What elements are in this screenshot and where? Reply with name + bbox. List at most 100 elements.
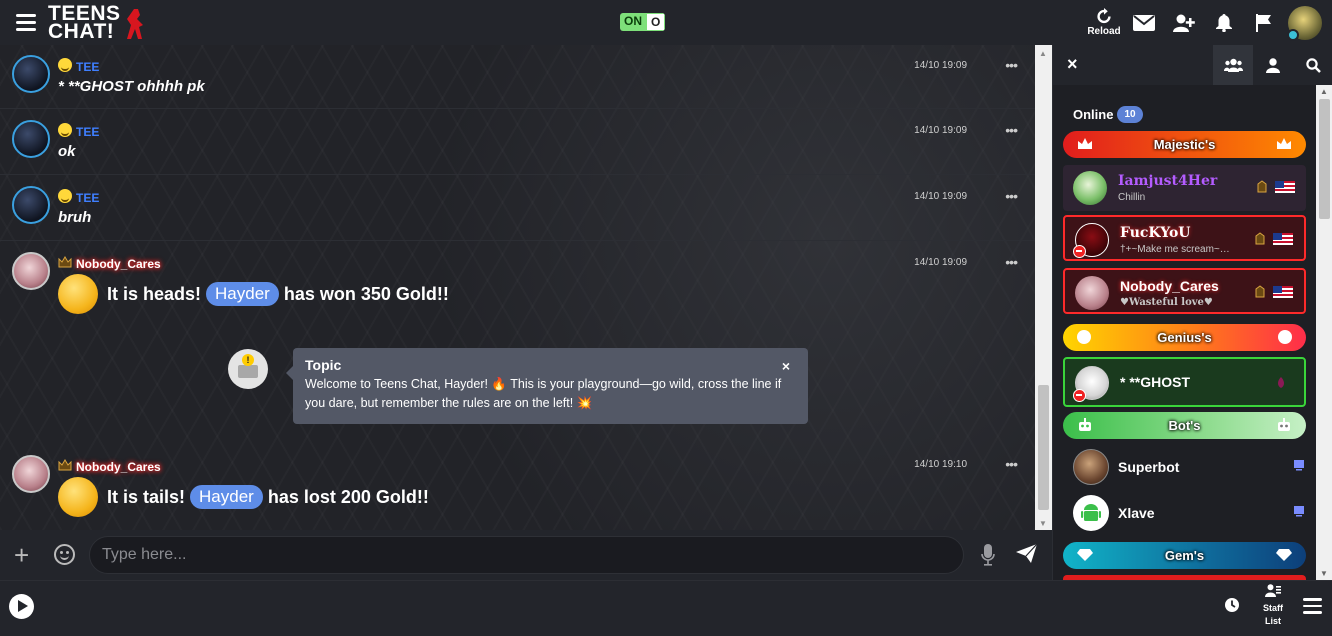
rank-icon	[1257, 180, 1267, 193]
username[interactable]: TEE	[76, 191, 99, 205]
message-options-icon[interactable]: •••	[1005, 122, 1018, 138]
rank-group-majestic: Majestic's	[1063, 131, 1306, 158]
user-list-panel: × Online 10 Majestic's Iamjust4Her Chill…	[1052, 45, 1332, 580]
add-attachment-icon[interactable]: +	[14, 540, 29, 571]
user-list-item[interactable]: FucKYoU †+~Make me scream~…	[1063, 215, 1306, 261]
coin-outcome-text: has won 350 Gold!!	[283, 283, 449, 304]
scroll-down-icon[interactable]: ▼	[1039, 519, 1047, 528]
username[interactable]: TEE	[76, 60, 99, 74]
user-icon	[1266, 57, 1280, 73]
footer-menu-icon[interactable]	[1303, 598, 1322, 614]
user-avatar[interactable]	[12, 55, 50, 93]
user-list-item[interactable]: Iamjust4Her Chillin	[1063, 165, 1306, 211]
toggle-on-label: ON	[620, 13, 646, 31]
message-composer: +	[0, 530, 1052, 580]
microphone-icon[interactable]	[981, 544, 995, 566]
reload-button[interactable]: Reload	[1084, 0, 1124, 45]
send-icon[interactable]	[1016, 544, 1038, 564]
play-radio-button[interactable]	[9, 594, 34, 619]
muted-icon	[1073, 389, 1086, 402]
chat-message: TEE ok 14/10 19:09 •••	[0, 109, 1035, 175]
message-options-icon[interactable]: •••	[1005, 188, 1018, 204]
panel-close-button[interactable]: ×	[1067, 54, 1078, 75]
topic-notice: Topic Welcome to Teens Chat, Hayder! 🔥 T…	[286, 348, 808, 424]
logo-figure-icon	[127, 8, 143, 39]
username[interactable]: TEE	[76, 125, 99, 139]
bell-icon	[1216, 13, 1232, 32]
footer-bar: Staff List	[0, 580, 1332, 636]
online-count-badge: 10	[1117, 106, 1143, 123]
user-list-scrollbar[interactable]: ▲ ▼	[1316, 85, 1332, 580]
rank-group-label: Genius's	[1157, 330, 1212, 345]
tab-search[interactable]	[1293, 45, 1332, 85]
emoji-icon[interactable]	[54, 544, 75, 565]
on-off-toggle[interactable]: ON O	[620, 13, 666, 31]
us-flag-icon	[1273, 233, 1293, 245]
clock-icon[interactable]	[1224, 597, 1240, 613]
smiley-rank-icon	[58, 57, 72, 72]
user-name: FucKYoU	[1120, 225, 1191, 241]
rank-group-label: Gem's	[1164, 548, 1205, 563]
staff-label-2: List	[1264, 616, 1281, 626]
main-menu-icon[interactable]	[16, 14, 36, 31]
user-list-item[interactable]: Superbot	[1073, 447, 1313, 487]
user-list-item[interactable]: * **GHOST	[1063, 357, 1306, 407]
top-bar: TEENS CHAT! ON O Reload	[0, 0, 1332, 45]
coin-result-text: It is heads!	[107, 283, 202, 304]
scroll-down-icon[interactable]: ▼	[1320, 569, 1328, 578]
toggle-off-label: O	[646, 13, 666, 31]
user-mood: Chillin	[1118, 192, 1146, 203]
chat-scrollbar[interactable]: ▲ ▼	[1035, 45, 1052, 530]
diamond-icon	[1077, 549, 1093, 561]
player-mention[interactable]: Hayder	[206, 282, 279, 306]
user-avatar[interactable]	[12, 186, 50, 224]
crown-rank-icon	[58, 458, 72, 470]
message-time: 14/10 19:09	[914, 191, 967, 202]
user-list-item[interactable]: Nobody_Cares ♥Wasteful love♥	[1063, 268, 1306, 314]
user-avatar[interactable]	[12, 120, 50, 158]
username[interactable]: Nobody_Cares	[76, 460, 161, 474]
username[interactable]: Nobody_Cares	[76, 257, 161, 271]
bot-badge-icon	[1294, 506, 1304, 517]
message-options-icon[interactable]: •••	[1005, 254, 1018, 270]
robot-icon	[1079, 418, 1091, 431]
rank-group-genius: Genius's	[1063, 324, 1306, 351]
message-input[interactable]	[89, 536, 964, 574]
user-avatar[interactable]	[12, 455, 50, 493]
message-time: 14/10 19:09	[914, 257, 967, 268]
topic-close-button[interactable]: ×	[782, 358, 790, 374]
reports-button[interactable]	[1244, 0, 1284, 45]
tab-friends[interactable]	[1253, 45, 1293, 85]
player-mention[interactable]: Hayder	[190, 485, 263, 509]
my-avatar[interactable]	[1287, 5, 1322, 41]
rank-group-label: Majestic's	[1153, 137, 1216, 152]
scroll-up-icon[interactable]: ▲	[1320, 87, 1328, 96]
staff-list-button[interactable]: Staff List	[1253, 584, 1293, 628]
online-header: Online 10	[1073, 106, 1143, 123]
chat-message: TEE * **GHOST ohhhh pk 14/10 19:09 •••	[0, 45, 1035, 109]
message-options-icon[interactable]: •••	[1005, 57, 1018, 73]
user-avatar	[1073, 495, 1109, 531]
user-list-item[interactable]: Xlave	[1073, 493, 1313, 533]
reload-icon	[1097, 8, 1111, 24]
scroll-thumb[interactable]	[1038, 385, 1049, 510]
android-icon	[1081, 504, 1101, 521]
tab-online-users[interactable]	[1213, 45, 1253, 85]
message-text: bruh	[58, 209, 92, 226]
rank-icon	[1255, 232, 1265, 245]
chat-log[interactable]: TEE * **GHOST ohhhh pk 14/10 19:09 ••• T…	[0, 45, 1035, 530]
us-flag-icon	[1275, 181, 1295, 193]
message-options-icon[interactable]: •••	[1005, 456, 1018, 472]
friend-requests-button[interactable]	[1164, 0, 1204, 45]
user-name: Nobody_Cares	[1120, 278, 1219, 294]
user-name: Superbot	[1118, 459, 1180, 475]
alert-icon: !	[242, 354, 254, 366]
scroll-thumb[interactable]	[1319, 99, 1330, 219]
notifications-button[interactable]	[1204, 0, 1244, 45]
scroll-up-icon[interactable]: ▲	[1039, 49, 1047, 58]
crown-icon	[1277, 138, 1291, 149]
messages-button[interactable]	[1124, 0, 1164, 45]
online-label: Online	[1073, 107, 1114, 122]
user-avatar[interactable]	[12, 252, 50, 290]
site-logo[interactable]: TEENS CHAT!	[48, 3, 143, 42]
